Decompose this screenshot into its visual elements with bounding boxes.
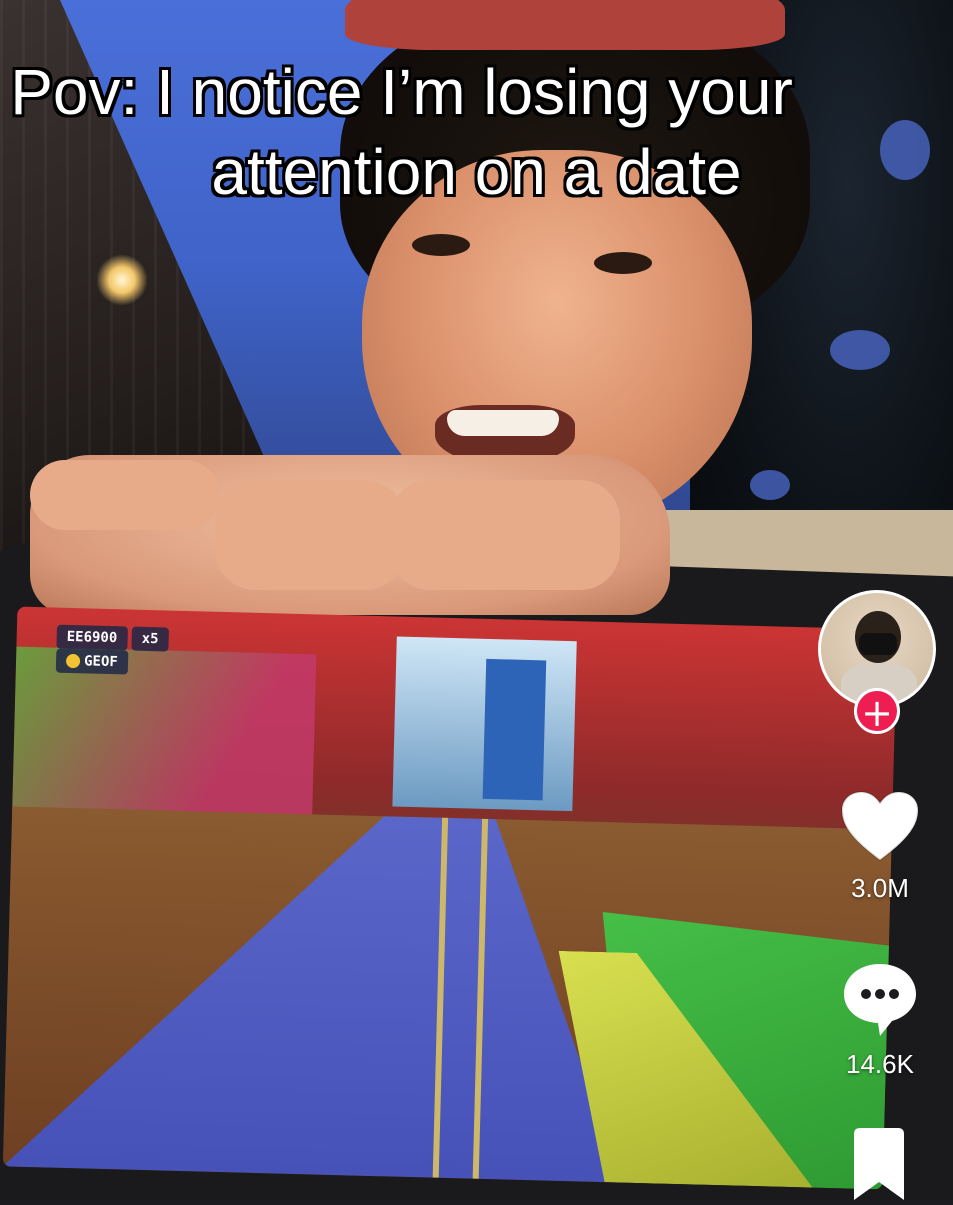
like-button[interactable]: 3.0M xyxy=(835,790,925,904)
person-eye-left xyxy=(412,234,470,256)
person-cap xyxy=(345,0,785,50)
bookmark-icon xyxy=(854,1128,904,1200)
game-coins: GEOF xyxy=(55,648,129,675)
game-screen: EE6900 x5 GEOF xyxy=(2,606,898,1190)
comment-button[interactable]: 14.6K xyxy=(835,960,925,1080)
comment-count: 14.6K xyxy=(846,1049,914,1079)
game-score: EE6900 xyxy=(56,624,128,651)
like-count: 3.0M xyxy=(851,873,909,903)
game-multiplier: x5 xyxy=(131,626,169,652)
video-caption: Pov: I notice I’m losing your attention … xyxy=(0,52,953,212)
caption-line-2: attention on a date xyxy=(211,136,742,208)
person-eye-right xyxy=(594,252,652,274)
caption-line-1: Pov: I notice I’m losing your xyxy=(10,56,793,128)
follow-button[interactable]: + xyxy=(854,688,900,735)
comment-bubble-icon xyxy=(844,964,916,1036)
save-button[interactable] xyxy=(848,1128,910,1200)
heart-icon xyxy=(840,790,920,862)
video-frame[interactable]: EE6900 x5 GEOF Pov: I notice I’m losing … xyxy=(0,0,953,1200)
porch-light xyxy=(96,254,148,306)
coin-icon xyxy=(65,653,81,669)
creator-avatar-button[interactable]: + xyxy=(818,590,940,735)
game-hud: EE6900 x5 GEOF xyxy=(55,624,169,675)
